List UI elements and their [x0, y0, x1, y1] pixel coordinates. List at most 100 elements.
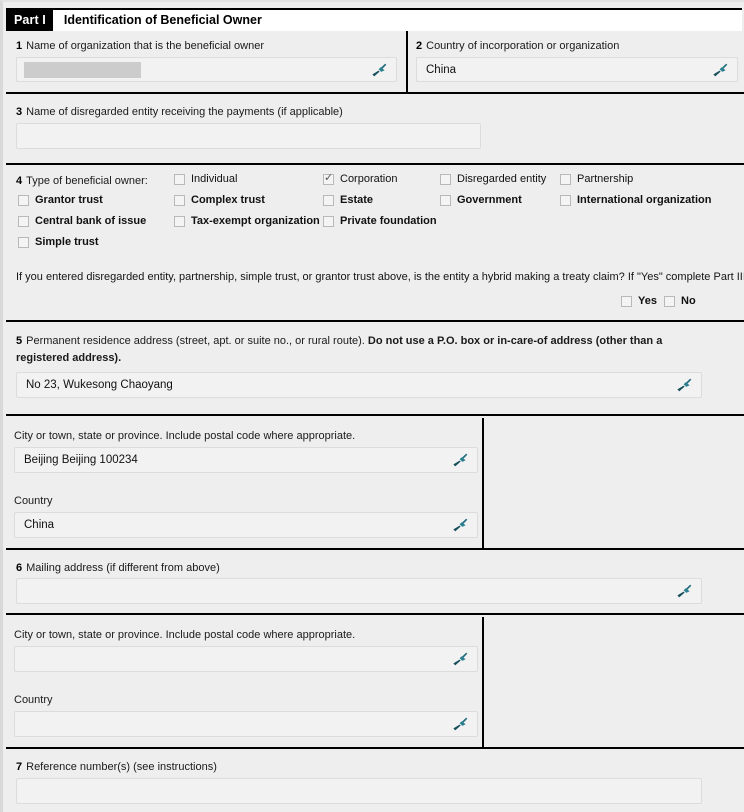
line5-city-value: Beijing Beijing 100234	[24, 454, 138, 466]
line5-label-plain: Permanent residence address (street, apt…	[26, 335, 368, 347]
checkbox-label: Yes	[638, 295, 657, 307]
checkbox-estate[interactable]: Estate	[323, 194, 373, 206]
line6-label: Mailing address (if different from above…	[26, 562, 220, 574]
wrench-icon[interactable]	[675, 582, 693, 600]
line5-city-country-cell: City or town, state or province. Include…	[6, 418, 482, 550]
line1-input[interactable]	[16, 57, 397, 82]
line1-redacted-value	[24, 62, 141, 78]
checkbox-central-bank-of-issue[interactable]: Central bank of issue	[18, 215, 146, 227]
checkbox-label: Simple trust	[35, 236, 99, 248]
checkbox-international-organization[interactable]: International organization	[560, 194, 711, 206]
checkbox-private-foundation[interactable]: Private foundation	[323, 215, 437, 227]
checkbox-box-icon[interactable]	[560, 194, 571, 206]
line7-label-row: 7 Reference number(s) (see instructions)	[16, 760, 217, 774]
checkbox-box-icon[interactable]	[174, 215, 185, 227]
checkbox-box-icon[interactable]	[560, 173, 571, 185]
line2-input[interactable]: China	[416, 57, 738, 82]
checkbox-label: Tax-exempt organization	[191, 215, 320, 227]
line7-input[interactable]	[16, 778, 702, 804]
checkbox-box-icon[interactable]	[18, 194, 29, 206]
line2-label-row: 2 Country of incorporation or organizatio…	[416, 39, 619, 53]
line3-number: 3	[16, 106, 23, 118]
line5-country-label: Country	[14, 495, 53, 507]
line7-label: Reference number(s) (see instructions)	[26, 761, 217, 773]
checkbox-box-icon[interactable]	[174, 173, 185, 185]
checkbox-box-icon[interactable]	[440, 194, 451, 206]
checkbox-grantor-trust[interactable]: Grantor trust	[18, 194, 103, 206]
part-title: Identification of Beneficial Owner	[63, 13, 262, 27]
checkbox-partnership[interactable]: Partnership	[560, 173, 633, 185]
line5-address-value: No 23, Wukesong Chaoyang	[26, 379, 173, 391]
checkbox-label: Central bank of issue	[35, 215, 147, 227]
checkbox-box-icon[interactable]	[621, 295, 632, 307]
checkbox-label: Disregarded entity	[457, 173, 547, 185]
line2-value: China	[426, 63, 457, 76]
checkbox-government[interactable]: Government	[440, 194, 522, 206]
line5-city-label: City or town, state or province. Include…	[14, 430, 356, 442]
part-number-badge: Part I	[6, 10, 53, 31]
line6-country-input[interactable]	[14, 711, 478, 737]
line6-city-input[interactable]	[14, 646, 478, 672]
line5-right-empty-panel	[484, 418, 744, 550]
checkbox-individual[interactable]: Individual	[174, 173, 237, 185]
checkbox-label: Individual	[191, 173, 238, 185]
checkbox-hybrid-yes[interactable]: Yes	[621, 295, 657, 307]
checkbox-label: International organization	[577, 194, 712, 206]
wrench-icon[interactable]	[675, 376, 693, 394]
line1-cell: 1 Name of organization that is the benefi…	[6, 31, 406, 94]
line5-country-value: China	[24, 519, 55, 531]
line5-country-input[interactable]: China	[14, 512, 478, 538]
hybrid-treaty-claim-question: If you entered disregarded entity, partn…	[16, 271, 744, 283]
checkbox-tax-exempt-organization[interactable]: Tax-exempt organization	[174, 215, 320, 227]
checkbox-box-icon[interactable]	[18, 215, 29, 227]
line1-number: 1	[16, 40, 23, 52]
wrench-icon[interactable]	[711, 61, 729, 79]
checkbox-label: Corporation	[340, 173, 398, 185]
line6-right-empty-panel	[484, 617, 744, 749]
checkbox-label: Grantor trust	[35, 194, 103, 206]
wrench-icon[interactable]	[451, 715, 469, 733]
checkbox-box-icon[interactable]	[440, 173, 451, 185]
w8bene-form-page: Part I Identification of Beneficial Owne…	[0, 0, 744, 812]
checkbox-box-icon[interactable]	[174, 194, 185, 206]
line2-cell: 2 Country of incorporation or organizatio…	[408, 31, 744, 94]
checkbox-label: No	[681, 295, 696, 307]
line3-input[interactable]	[16, 123, 481, 149]
checkbox-box-icon[interactable]	[323, 194, 334, 206]
checkbox-simple-trust[interactable]: Simple trust	[18, 236, 99, 248]
checkbox-hybrid-no[interactable]: No	[664, 295, 696, 307]
checkbox-complex-trust[interactable]: Complex trust	[174, 194, 265, 206]
part-header: Part I Identification of Beneficial Owne…	[6, 8, 742, 33]
checkbox-label: Private foundation	[340, 215, 437, 227]
line6-city-country-cell: City or town, state or province. Include…	[6, 617, 482, 749]
line6-country-label: Country	[14, 694, 53, 706]
line6-address-input[interactable]	[16, 578, 702, 604]
line5-number: 5	[16, 335, 23, 347]
checkbox-box-icon[interactable]	[323, 215, 334, 227]
line4-cell: 4Type of beneficial owner: Individual Co…	[6, 167, 744, 322]
wrench-icon[interactable]	[451, 650, 469, 668]
line5-city-input[interactable]: Beijing Beijing 100234	[14, 447, 478, 473]
checkbox-box-icon[interactable]	[664, 295, 675, 307]
checkbox-disregarded-entity[interactable]: Disregarded entity	[440, 173, 546, 185]
wrench-icon[interactable]	[451, 451, 469, 469]
line5-label-row: 5 Permanent residence address (street, ap…	[16, 333, 716, 367]
checkbox-corporation[interactable]: Corporation	[323, 172, 398, 185]
line5-cell: 5 Permanent residence address (street, ap…	[6, 324, 744, 416]
wrench-icon[interactable]	[451, 516, 469, 534]
checkbox-label: Partnership	[577, 173, 634, 185]
checkbox-label: Estate	[340, 194, 374, 206]
line1-label: Name of organization that is the benefic…	[26, 40, 264, 52]
line7-number: 7	[16, 761, 23, 773]
checkbox-box-icon[interactable]	[323, 172, 334, 185]
checkbox-label: Government	[457, 194, 522, 206]
line4-label: Type of beneficial owner:	[26, 175, 148, 187]
line3-cell: 3 Name of disregarded entity receiving th…	[6, 96, 744, 165]
checkbox-box-icon[interactable]	[18, 236, 29, 248]
line3-label: Name of disregarded entity receiving the…	[26, 106, 343, 118]
line4-number: 4	[16, 175, 23, 187]
line6-cell: 6 Mailing address (if different from abov…	[6, 552, 744, 615]
line6-city-label: City or town, state or province. Include…	[14, 629, 356, 641]
line5-address-input[interactable]: No 23, Wukesong Chaoyang	[16, 372, 702, 398]
wrench-icon[interactable]	[370, 61, 388, 79]
